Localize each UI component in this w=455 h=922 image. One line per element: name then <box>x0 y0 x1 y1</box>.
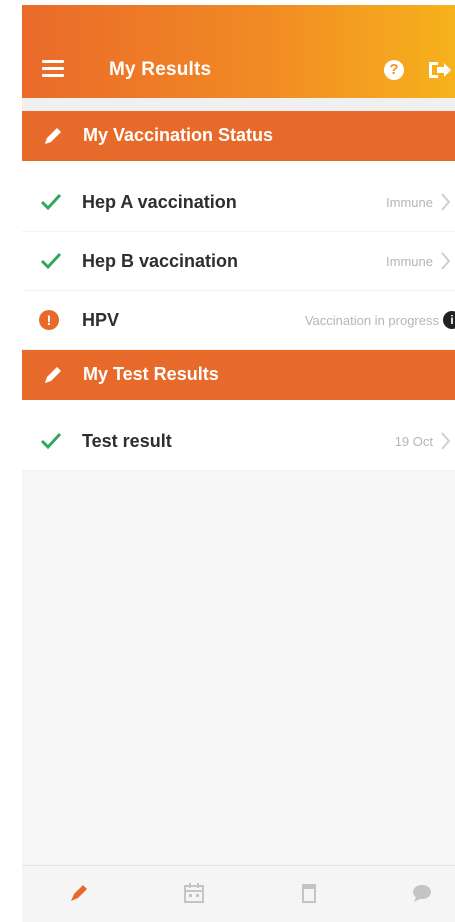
list-item-hpv[interactable]: ! HPV Vaccination in progress i <box>22 291 455 350</box>
results-icon[interactable] <box>67 881 91 905</box>
logout-icon[interactable] <box>426 59 452 81</box>
item-value: 19 Oct <box>394 434 433 449</box>
pencil-icon <box>45 128 61 144</box>
list-item-test-result[interactable]: Test result 19 Oct <box>22 412 455 471</box>
pencil-icon <box>45 367 61 383</box>
chevron-right-icon <box>441 193 451 211</box>
item-name: Hep A vaccination <box>82 192 237 212</box>
header-spacer <box>22 98 455 111</box>
list-item-hep-b[interactable]: Hep B vaccination Immune <box>22 232 455 291</box>
calendar-icon[interactable] <box>182 881 206 905</box>
check-icon <box>40 193 62 211</box>
app-screen: My Results ? My Vaccination Status Hep A… <box>22 5 455 922</box>
check-icon <box>40 252 62 270</box>
item-value: Immune <box>386 254 433 269</box>
chat-icon[interactable] <box>410 881 434 905</box>
section-title: My Vaccination Status <box>83 125 274 145</box>
page-title: My Results <box>109 59 212 80</box>
chevron-right-icon <box>441 252 451 270</box>
item-name: Test result <box>82 431 172 451</box>
info-icon[interactable]: i <box>443 311 455 329</box>
section-header-test-results: My Test Results <box>22 350 455 400</box>
chevron-right-icon <box>441 432 451 450</box>
top-app-bar: My Results ? <box>22 5 455 98</box>
section-title: My Test Results <box>83 364 219 384</box>
menu-icon[interactable] <box>42 60 64 78</box>
item-value: Vaccination in progress <box>304 313 439 328</box>
bottom-tab-bar <box>22 865 455 922</box>
vaccination-list: Hep A vaccination Immune Hep B vaccinati… <box>22 161 455 350</box>
item-name: Hep B vaccination <box>82 251 239 271</box>
item-name: HPV <box>82 310 120 330</box>
list-item-hep-a[interactable]: Hep A vaccination Immune <box>22 173 455 232</box>
trash-icon[interactable] <box>297 881 321 905</box>
warning-icon: ! <box>39 310 59 330</box>
item-value: Immune <box>386 195 433 210</box>
check-icon <box>40 432 62 450</box>
test-results-list: Test result 19 Oct <box>22 400 455 471</box>
help-icon[interactable]: ? <box>384 60 404 80</box>
section-header-vaccination: My Vaccination Status <box>22 111 455 161</box>
